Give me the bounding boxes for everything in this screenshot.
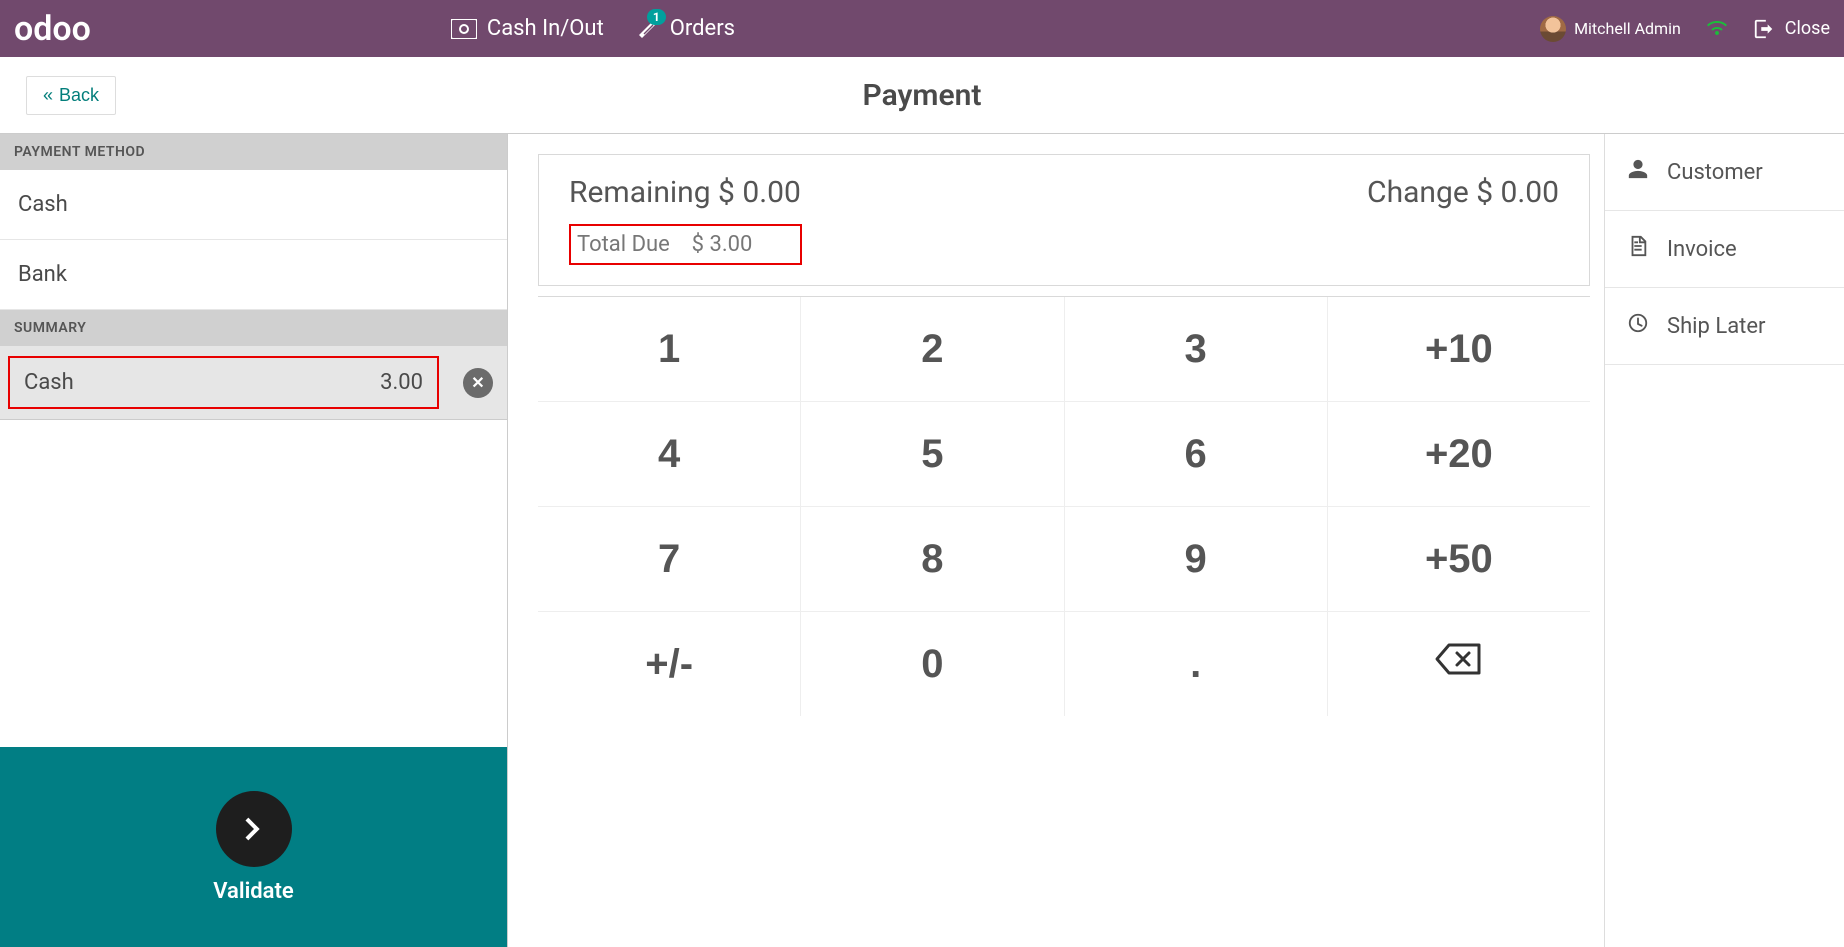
key-1[interactable]: 1 xyxy=(538,297,800,401)
remaining-label: Remaining xyxy=(569,175,711,210)
topbar-right: Mitchell Admin Close xyxy=(1540,16,1830,42)
left-column: PAYMENT METHOD Cash Bank SUMMARY Cash 3.… xyxy=(0,134,508,947)
chevron-right-icon xyxy=(216,791,292,867)
clock-icon xyxy=(1627,312,1649,340)
remaining-block: Remaining $ 0.00 xyxy=(569,175,801,210)
orders-label: Orders xyxy=(670,16,735,41)
sub-header: « Back Payment xyxy=(0,57,1844,134)
invoice-button[interactable]: Invoice xyxy=(1605,211,1844,288)
user-name: Mitchell Admin xyxy=(1574,19,1681,38)
total-due-value: $ 3.00 xyxy=(692,232,753,257)
remaining-value: $ 0.00 xyxy=(718,175,801,210)
close-label: Close xyxy=(1785,18,1830,39)
ship-later-label: Ship Later xyxy=(1667,314,1765,339)
payment-method-cash[interactable]: Cash xyxy=(0,170,507,240)
numpad: 1 2 3 +10 4 5 6 +20 7 8 9 +50 +/- 0 . xyxy=(538,296,1590,716)
user-menu[interactable]: Mitchell Admin xyxy=(1540,16,1681,42)
payment-method-heading: PAYMENT METHOD xyxy=(0,134,507,170)
key-7[interactable]: 7 xyxy=(538,507,800,611)
total-due-label: Total Due xyxy=(577,232,670,257)
close-button[interactable]: Close xyxy=(1753,18,1830,40)
summary-amount: 3.00 xyxy=(380,370,423,395)
summary-row[interactable]: Cash 3.00 ✕ xyxy=(0,346,507,420)
brand-logo[interactable]: odoo xyxy=(14,12,271,46)
backspace-icon xyxy=(1435,641,1483,687)
change-value: $ 0.00 xyxy=(1476,175,1559,210)
wifi-icon xyxy=(1705,17,1729,41)
validate-button[interactable]: Validate xyxy=(0,747,507,947)
delete-payment-line-button[interactable]: ✕ xyxy=(463,368,493,398)
back-label: Back xyxy=(59,85,99,106)
key-backspace[interactable] xyxy=(1328,612,1590,716)
topbar-center: Cash In/Out 1 Orders xyxy=(451,16,735,41)
page-title: Payment xyxy=(863,78,982,113)
document-icon xyxy=(1627,235,1649,263)
chevron-left-icon: « xyxy=(43,85,53,106)
summary-heading: SUMMARY xyxy=(0,310,507,346)
key-2[interactable]: 2 xyxy=(801,297,1063,401)
validate-label: Validate xyxy=(213,879,293,904)
sign-out-icon xyxy=(1753,18,1775,40)
key-plus-50[interactable]: +50 xyxy=(1328,507,1590,611)
orders-button[interactable]: 1 Orders xyxy=(636,16,735,41)
ship-later-button[interactable]: Ship Later xyxy=(1605,288,1844,365)
center-column: Remaining $ 0.00 Change $ 0.00 Total Due… xyxy=(508,134,1604,947)
cash-icon xyxy=(451,19,477,39)
key-3[interactable]: 3 xyxy=(1065,297,1327,401)
total-due-block: Total Due $ 3.00 xyxy=(569,224,802,265)
top-bar: odoo Cash In/Out 1 Orders xyxy=(0,0,1844,57)
right-column: Customer Invoice Ship Later xyxy=(1604,134,1844,947)
key-plus-minus[interactable]: +/- xyxy=(538,612,800,716)
change-block: Change $ 0.00 xyxy=(1367,175,1559,210)
amount-panel: Remaining $ 0.00 Change $ 0.00 Total Due… xyxy=(538,154,1590,286)
invoice-label: Invoice xyxy=(1667,237,1737,262)
back-button[interactable]: « Back xyxy=(26,76,116,115)
avatar-icon xyxy=(1540,16,1566,42)
key-6[interactable]: 6 xyxy=(1065,402,1327,506)
key-plus-10[interactable]: +10 xyxy=(1328,297,1590,401)
customer-label: Customer xyxy=(1667,160,1763,185)
key-plus-20[interactable]: +20 xyxy=(1328,402,1590,506)
key-4[interactable]: 4 xyxy=(538,402,800,506)
key-9[interactable]: 9 xyxy=(1065,507,1327,611)
summary-line-box: Cash 3.00 xyxy=(8,356,439,409)
close-icon: ✕ xyxy=(471,373,484,392)
user-icon xyxy=(1627,158,1649,186)
key-5[interactable]: 5 xyxy=(801,402,1063,506)
cash-in-out-button[interactable]: Cash In/Out xyxy=(451,16,604,41)
change-label: Change xyxy=(1367,175,1469,210)
key-8[interactable]: 8 xyxy=(801,507,1063,611)
key-decimal[interactable]: . xyxy=(1065,612,1327,716)
orders-badge: 1 xyxy=(647,9,666,25)
customer-button[interactable]: Customer xyxy=(1605,134,1844,211)
payment-method-bank[interactable]: Bank xyxy=(0,240,507,310)
summary-method: Cash xyxy=(24,370,74,395)
cash-in-out-label: Cash In/Out xyxy=(487,16,604,41)
key-0[interactable]: 0 xyxy=(801,612,1063,716)
body: PAYMENT METHOD Cash Bank SUMMARY Cash 3.… xyxy=(0,134,1844,947)
